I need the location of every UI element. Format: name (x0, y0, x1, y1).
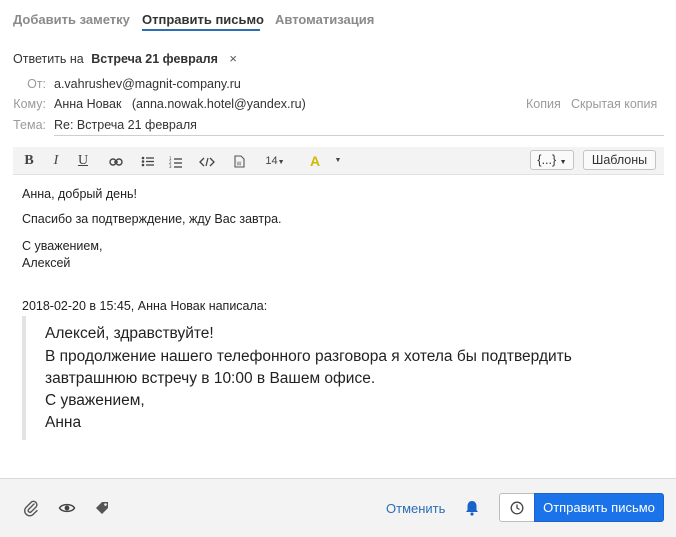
templates-button[interactable]: Шаблоны (583, 150, 656, 170)
active-tab-indicator (142, 29, 260, 31)
bold-button[interactable]: B (21, 147, 37, 175)
tab-bar: Добавить заметку Отправить письмо Автома… (0, 0, 676, 40)
from-field[interactable]: a.vahrushev@magnit-company.ru (54, 77, 241, 91)
variables-label: {...} (537, 153, 557, 167)
numbered-list-icon[interactable]: 123 (167, 147, 185, 175)
highlight-color-button[interactable]: A (308, 147, 322, 175)
message-line: Спасибо за подтверждение, жду Вас завтра… (22, 212, 282, 226)
cancel-button[interactable]: Отменить (386, 501, 445, 516)
to-label: Кому: (13, 97, 46, 111)
quote-line: В продолжение нашего телефонного разгово… (45, 348, 572, 365)
from-label: От: (27, 77, 46, 91)
subject-divider (54, 135, 664, 136)
quote-line: Алексей, здравствуйте! (45, 325, 214, 342)
quote-line: завтрашнюю встречу в 10:00 в Вашем офисе… (45, 370, 376, 387)
compose-footer: Отменить Отправить письмо (0, 478, 676, 537)
svg-text:W: W (236, 162, 241, 168)
svg-text:3: 3 (169, 164, 172, 168)
font-size-value: 14 (265, 155, 278, 167)
reply-subject: Встреча 21 февраля (91, 52, 218, 66)
tag-icon[interactable] (94, 499, 112, 517)
variables-button[interactable]: {...} ▼ (530, 150, 574, 170)
quote-line: Анна (45, 414, 82, 431)
chevron-down-icon: ▼ (277, 159, 285, 166)
quote-line: С уважением, (45, 392, 145, 409)
tab-automation[interactable]: Автоматизация (275, 12, 374, 27)
reply-prefix: Ответить на (13, 52, 84, 66)
paperclip-icon[interactable] (23, 499, 41, 517)
subject-label: Тема: (13, 118, 46, 132)
code-icon[interactable] (198, 147, 216, 175)
highlight-dropdown-chevron-icon[interactable]: ▼ (333, 147, 343, 175)
tab-send-email[interactable]: Отправить письмо (142, 12, 264, 27)
send-email-button[interactable]: Отправить письмо (534, 493, 664, 522)
tab-add-note[interactable]: Добавить заметку (13, 12, 130, 27)
document-icon[interactable]: W (231, 147, 247, 175)
quote-header: 2018-02-20 в 15:45, Анна Новак написала: (22, 299, 268, 313)
chevron-down-icon: ▼ (559, 159, 567, 166)
subject-field[interactable]: Re: Встреча 21 февраля (54, 118, 197, 132)
cc-link[interactable]: Копия (526, 97, 561, 111)
schedule-button[interactable] (499, 493, 535, 522)
reply-header: Ответить на Встреча 21 февраля × (13, 51, 237, 66)
bcc-link[interactable]: Скрытая копия (571, 97, 657, 111)
clock-icon (510, 501, 524, 515)
message-regards: С уважением, (22, 239, 103, 253)
link-icon[interactable] (107, 147, 125, 175)
bell-icon[interactable] (464, 499, 480, 522)
underline-button[interactable]: U (75, 147, 91, 175)
italic-button[interactable]: I (49, 147, 63, 175)
eye-icon[interactable] (58, 499, 76, 517)
close-reply-icon[interactable]: × (229, 51, 237, 66)
message-signature: Алексей (22, 256, 71, 270)
editor-toolbar: B I U 123 W 14▼ A ▼ {...} ▼ Шаблоны (13, 147, 664, 175)
to-field[interactable]: Анна Новак (anna.nowak.hotel@yandex.ru) (54, 97, 306, 111)
quote-bar (22, 316, 26, 440)
message-greeting: Анна, добрый день! (22, 187, 137, 201)
font-size-dropdown[interactable]: 14▼ (263, 147, 287, 175)
bulleted-list-icon[interactable] (139, 147, 157, 175)
